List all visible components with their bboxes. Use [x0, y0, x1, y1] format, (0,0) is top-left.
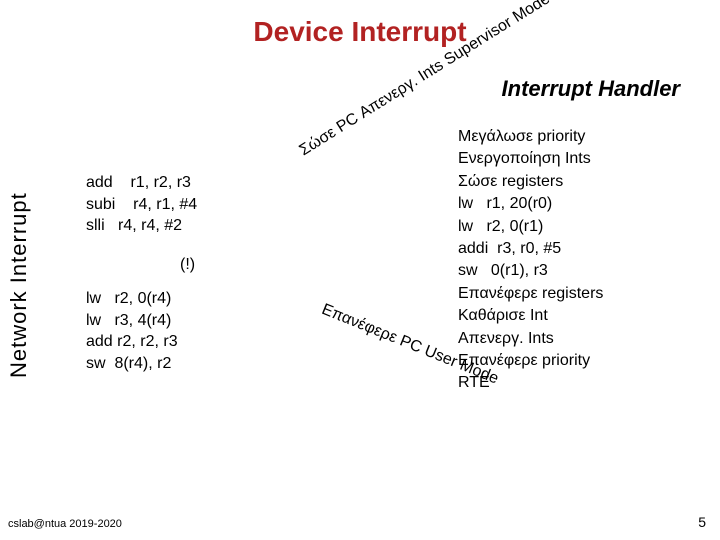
- slide-title: Device Interrupt: [0, 16, 720, 48]
- vertical-label-network-interrupt: Network Interrupt: [6, 155, 30, 415]
- footer-credit: cslab@ntua 2019-2020: [8, 518, 122, 530]
- slide-number: 5: [698, 514, 706, 530]
- interrupt-marker: (!): [180, 256, 195, 274]
- section-label-handler: Interrupt Handler: [502, 76, 680, 102]
- code-after-interrupt: lw r2, 0(r4) lw r3, 4(r4) add r2, r2, r3…: [86, 288, 178, 374]
- code-before-interrupt: add r1, r2, r3 subi r4, r1, #4 slli r4, …: [86, 172, 197, 237]
- interrupt-handler-code: Μεγάλωσε priority Ενεργοποίηση Ints Σώσε…: [458, 126, 603, 395]
